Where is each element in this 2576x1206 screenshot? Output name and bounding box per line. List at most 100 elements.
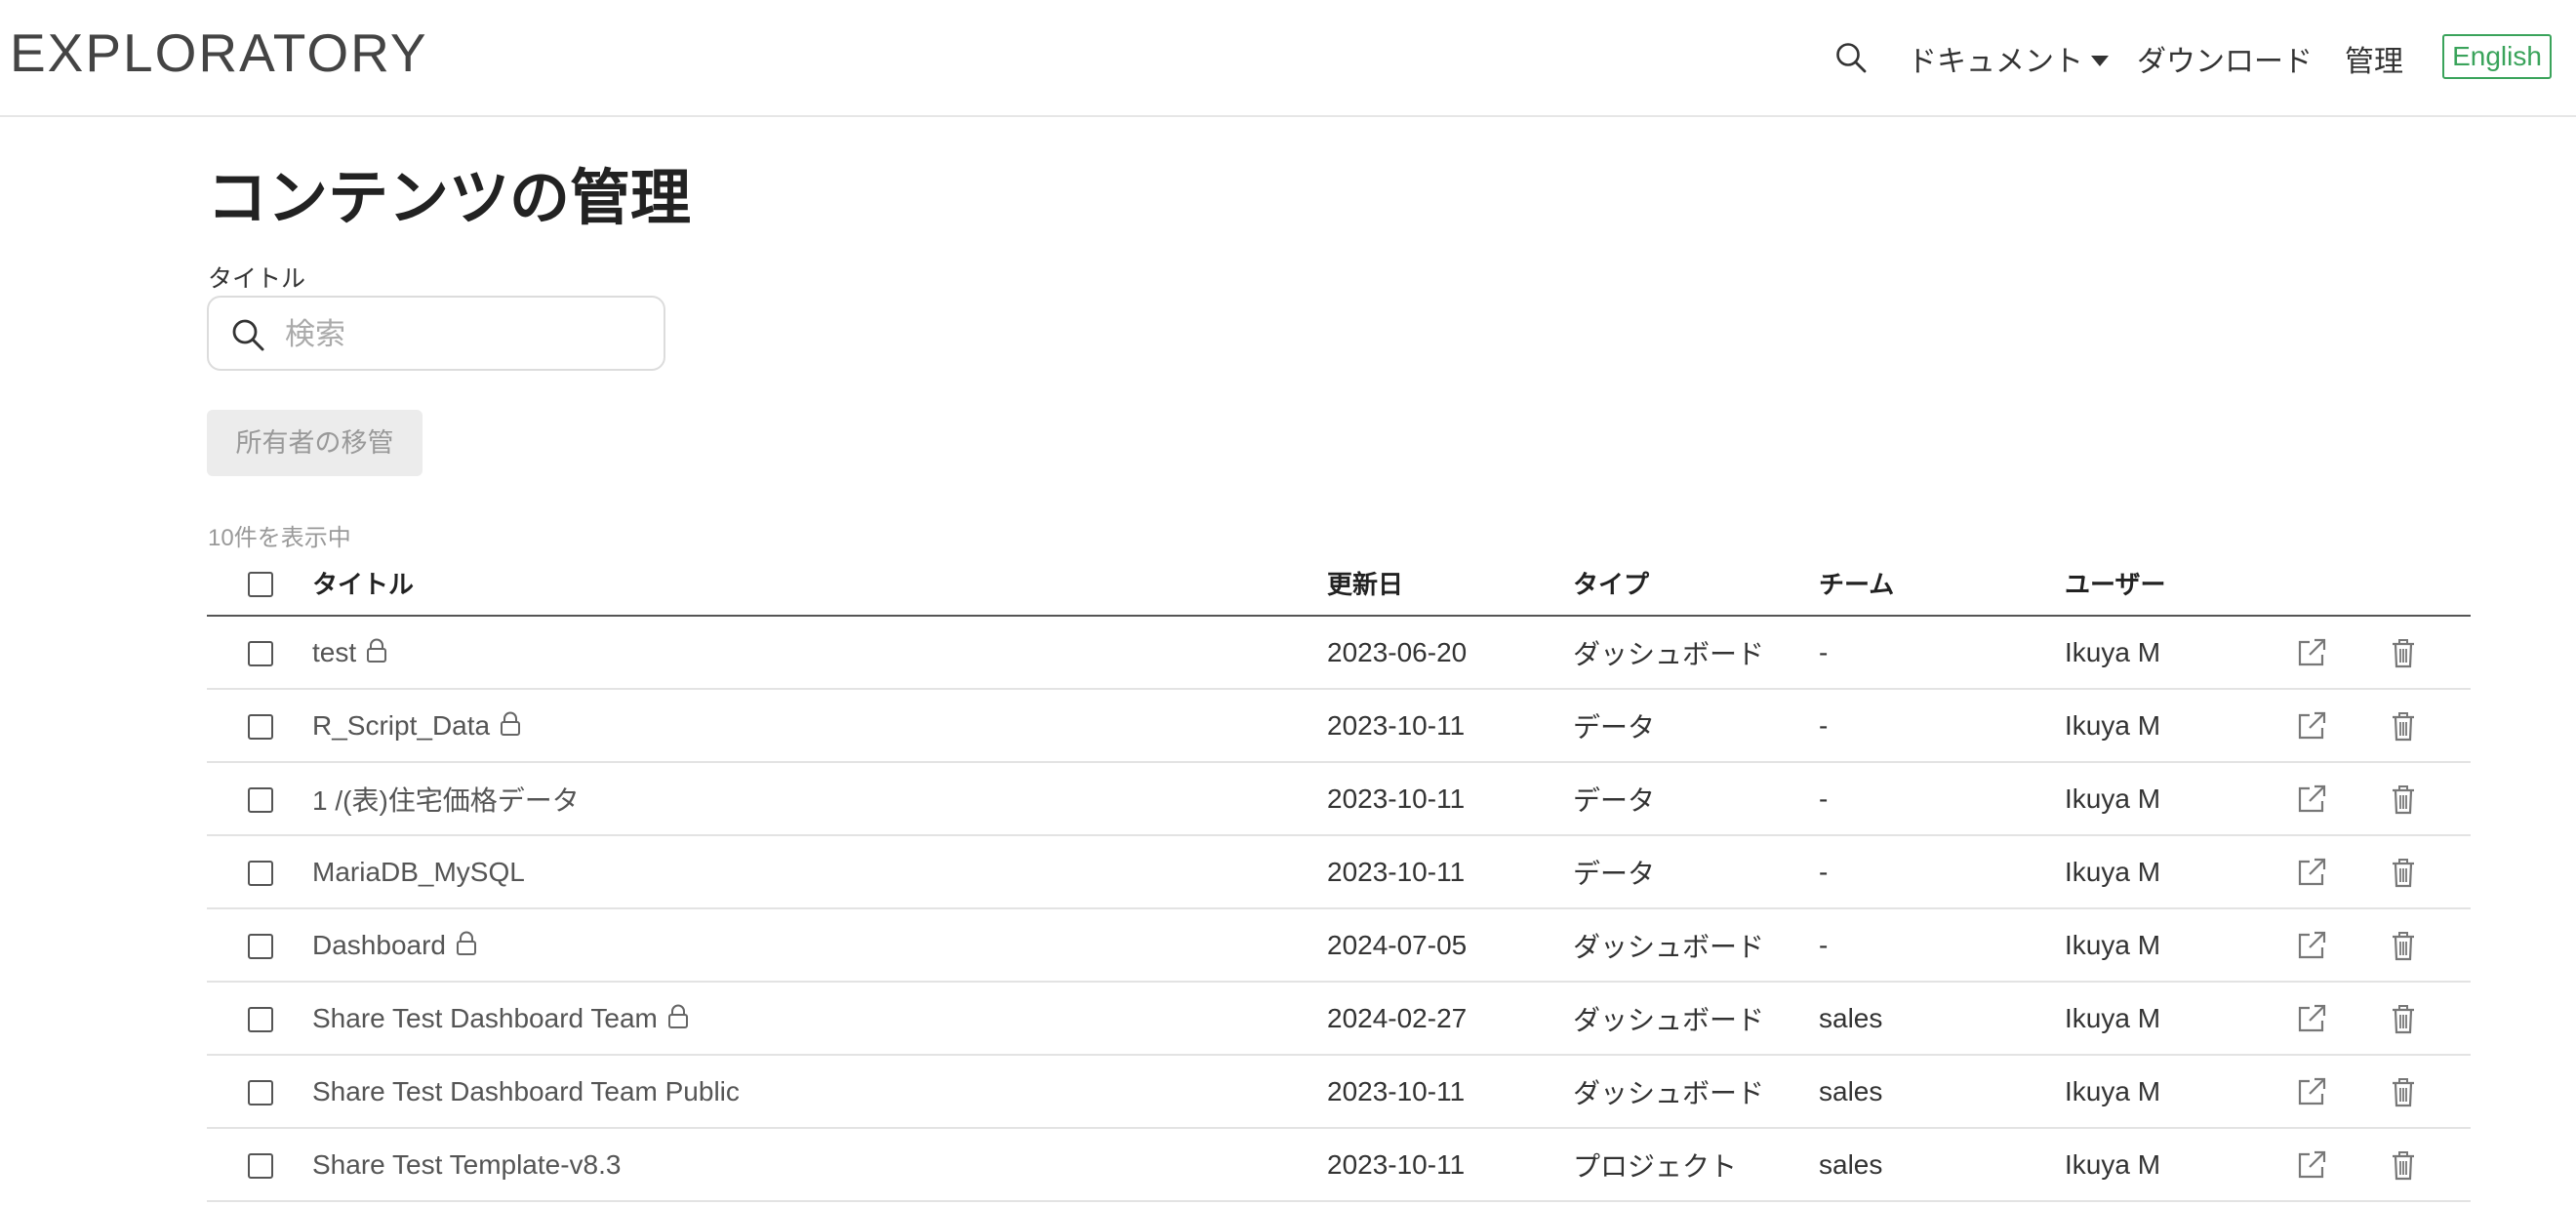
row-checkbox[interactable]: [248, 1153, 273, 1180]
table-row: MariaDB_MySQL 2023-10-11 データ - Ikuya M: [207, 835, 2471, 909]
external-link-icon[interactable]: [2295, 783, 2328, 816]
table-row: test 2023-06-20 ダッシュボード - Ikuya M: [207, 616, 2471, 690]
logo[interactable]: EXPLORATORY: [10, 21, 428, 84]
title-filter-label: タイトル: [208, 265, 306, 293]
language-button[interactable]: English: [2442, 34, 2552, 79]
row-title[interactable]: Share Test Template-v8.3: [312, 1149, 621, 1180]
table-body: test 2023-06-20 ダッシュボード - Ikuya M R_Scri…: [207, 616, 2471, 1202]
row-checkbox[interactable]: [248, 1007, 273, 1033]
table-row: Share Test Dashboard Team Public 2023-10…: [207, 1055, 2471, 1129]
row-updated: 2024-02-27: [1327, 982, 1573, 1056]
column-header-type[interactable]: タイプ: [1573, 550, 1819, 617]
lock-icon: [667, 1004, 689, 1029]
nav-docs-label: ドキュメント: [1908, 46, 2083, 78]
row-title[interactable]: Share Test Dashboard Team Public: [312, 1076, 740, 1106]
row-updated: 2023-06-20: [1327, 616, 1573, 690]
trash-icon[interactable]: [2387, 1075, 2420, 1108]
row-checkbox[interactable]: [248, 861, 273, 887]
row-user: Ikuya M: [2065, 762, 2295, 836]
column-header-updated[interactable]: 更新日: [1327, 550, 1573, 617]
trash-icon[interactable]: [2387, 636, 2420, 669]
title-search-input[interactable]: [283, 309, 648, 360]
column-header-team[interactable]: チーム: [1819, 550, 2065, 617]
external-link-icon[interactable]: [2295, 1075, 2328, 1108]
row-team: -: [1819, 689, 2065, 763]
lock-icon: [500, 711, 521, 737]
row-checkbox[interactable]: [248, 787, 273, 814]
title-search-box: [207, 296, 665, 371]
row-type: プロジェクト: [1573, 1128, 1819, 1202]
trash-icon[interactable]: [2387, 1002, 2420, 1035]
row-updated: 2024-07-05: [1327, 908, 1573, 983]
transfer-owner-button[interactable]: 所有者の移管: [207, 410, 423, 476]
row-type: データ: [1573, 835, 1819, 909]
row-updated: 2023-10-11: [1327, 1055, 1573, 1129]
search-icon: [230, 317, 265, 352]
row-user: Ikuya M: [2065, 1055, 2295, 1129]
search-icon[interactable]: [1834, 41, 1868, 74]
table-row: Share Test Dashboard Team 2024-02-27 ダッシ…: [207, 982, 2471, 1056]
row-user: Ikuya M: [2065, 908, 2295, 983]
row-team: sales: [1819, 1055, 2065, 1129]
nav-download-link[interactable]: ダウンロード: [2137, 37, 2313, 80]
external-link-icon[interactable]: [2295, 1002, 2328, 1035]
external-link-icon[interactable]: [2295, 709, 2328, 743]
row-title[interactable]: Dashboard: [312, 930, 446, 960]
row-team: -: [1819, 908, 2065, 983]
row-updated: 2023-10-11: [1327, 762, 1573, 836]
external-link-icon[interactable]: [2295, 636, 2328, 669]
row-title[interactable]: MariaDB_MySQL: [312, 857, 525, 887]
trash-icon[interactable]: [2387, 783, 2420, 816]
row-team: sales: [1819, 982, 2065, 1056]
table-header-row: タイトル 更新日 タイプ チーム ユーザー: [207, 550, 2471, 617]
page-title: コンテンツの管理: [207, 165, 692, 232]
lock-icon: [456, 931, 477, 956]
row-title[interactable]: 1 /(表)住宅価格データ: [312, 785, 580, 816]
nav-docs-dropdown[interactable]: ドキュメント: [1908, 37, 2109, 80]
table-row: Share Test Template-v8.3 2023-10-11 プロジェ…: [207, 1128, 2471, 1202]
row-checkbox[interactable]: [248, 1080, 273, 1106]
result-count: 10件を表示中: [208, 525, 351, 551]
row-user: Ikuya M: [2065, 1128, 2295, 1202]
row-user: Ikuya M: [2065, 982, 2295, 1056]
trash-icon[interactable]: [2387, 709, 2420, 743]
trash-icon[interactable]: [2387, 929, 2420, 962]
row-user: Ikuya M: [2065, 689, 2295, 763]
row-type: ダッシュボード: [1573, 908, 1819, 983]
row-team: sales: [1819, 1128, 2065, 1202]
row-checkbox[interactable]: [248, 641, 273, 667]
row-updated: 2023-10-11: [1327, 689, 1573, 763]
row-type: ダッシュボード: [1573, 616, 1819, 690]
table-row: 1 /(表)住宅価格データ 2023-10-11 データ - Ikuya M: [207, 762, 2471, 836]
external-link-icon[interactable]: [2295, 856, 2328, 889]
trash-icon[interactable]: [2387, 1148, 2420, 1182]
trash-icon[interactable]: [2387, 856, 2420, 889]
table-row: Dashboard 2024-07-05 ダッシュボード - Ikuya M: [207, 908, 2471, 983]
column-header-open: [2295, 550, 2387, 617]
row-type: ダッシュボード: [1573, 1055, 1819, 1129]
table-row: R_Script_Data 2023-10-11 データ - Ikuya M: [207, 689, 2471, 763]
row-user: Ikuya M: [2065, 616, 2295, 690]
row-type: ダッシュボード: [1573, 982, 1819, 1056]
select-all-cell: [207, 550, 312, 617]
row-team: -: [1819, 835, 2065, 909]
select-all-checkbox[interactable]: [248, 571, 273, 597]
row-type: データ: [1573, 762, 1819, 836]
external-link-icon[interactable]: [2295, 929, 2328, 962]
row-title[interactable]: test: [312, 637, 356, 667]
content-table: タイトル 更新日 タイプ チーム ユーザー test 2023-06-20 ダッ…: [207, 550, 2471, 1202]
column-header-title[interactable]: タイトル: [312, 550, 1327, 617]
row-checkbox[interactable]: [248, 934, 273, 960]
row-title[interactable]: Share Test Dashboard Team: [312, 1003, 658, 1033]
row-team: -: [1819, 616, 2065, 690]
top-navbar: EXPLORATORY ドキュメント ダウンロード 管理 English: [0, 0, 2576, 117]
nav-admin-link[interactable]: 管理: [2345, 37, 2403, 80]
column-header-user[interactable]: ユーザー: [2065, 550, 2295, 617]
row-title[interactable]: R_Script_Data: [312, 710, 490, 741]
row-checkbox[interactable]: [248, 714, 273, 741]
row-updated: 2023-10-11: [1327, 1128, 1573, 1202]
column-header-delete: [2387, 550, 2471, 617]
row-type: データ: [1573, 689, 1819, 763]
external-link-icon[interactable]: [2295, 1148, 2328, 1182]
lock-icon: [366, 638, 387, 663]
